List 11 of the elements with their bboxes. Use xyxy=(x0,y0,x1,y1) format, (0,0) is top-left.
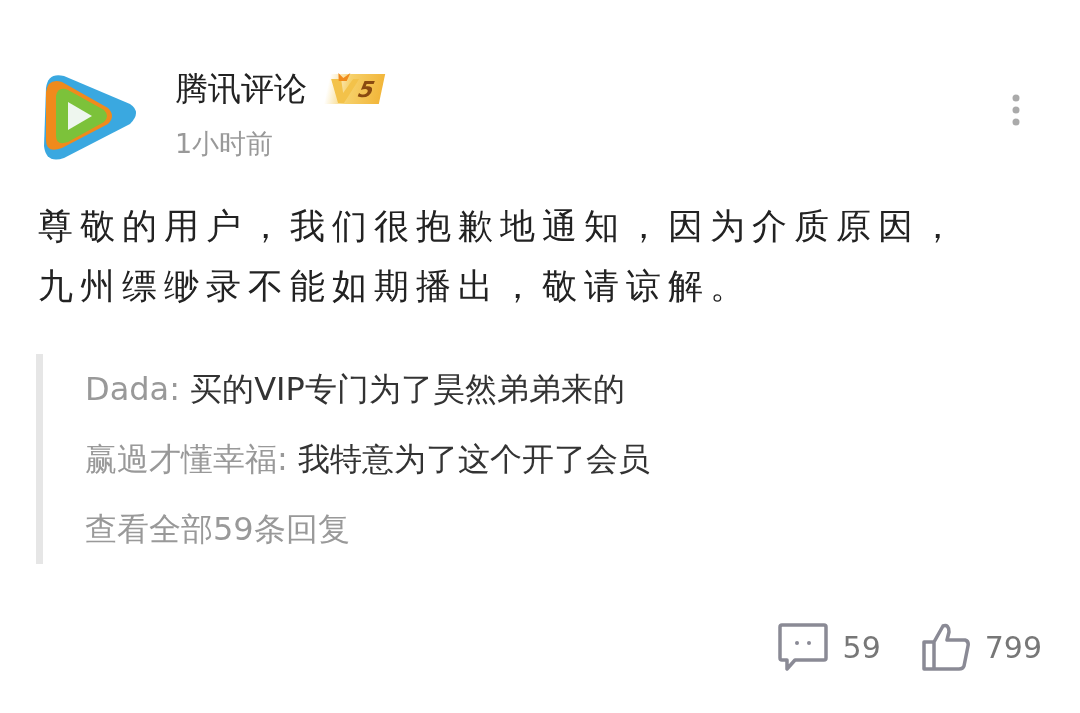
author-name[interactable]: 腾讯评论 xyxy=(175,66,307,112)
reply-text: Dada: 买的VIP专门为了昊然弟弟来的 xyxy=(85,369,626,410)
more-icon[interactable] xyxy=(1012,94,1020,126)
level-badge: 5 xyxy=(323,74,386,104)
reply-text: 赢過才懂幸福: 我特意为了这个开了会员 xyxy=(85,439,651,480)
post-time: 1小时前 xyxy=(175,127,275,161)
like-count: 799 xyxy=(984,629,1042,665)
comment-icon[interactable] xyxy=(776,622,829,672)
comment-text: 尊敬的用户，我们很抱歉地通知，因为介质原因，九州缥缈录不能如期播出，敬请谅解。 xyxy=(38,205,963,308)
thumbs-up-icon[interactable] xyxy=(920,622,971,672)
comment-count: 59 xyxy=(842,629,881,665)
